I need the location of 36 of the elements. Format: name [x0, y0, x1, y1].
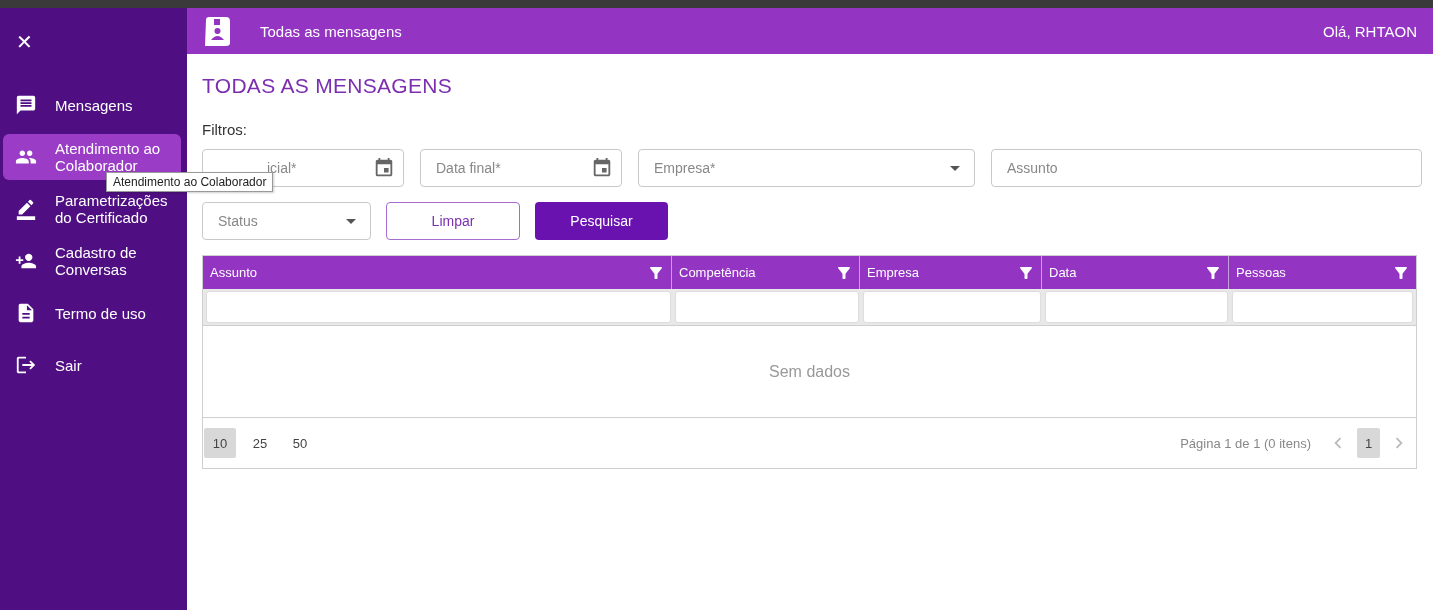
clear-button[interactable]: Limpar	[386, 202, 520, 240]
sidebar-item[interactable]: Termo de uso	[3, 290, 181, 336]
column-filter-field[interactable]	[1232, 291, 1413, 323]
sidebar-item[interactable]: Sair	[3, 342, 181, 388]
date-field[interactable]: Data final*	[420, 149, 622, 187]
logout-icon	[15, 354, 37, 376]
sidebar-item[interactable]: Cadastro de Conversas	[3, 238, 181, 284]
column-filter-field[interactable]	[863, 291, 1041, 323]
page-number[interactable]: 1	[1357, 428, 1380, 458]
tooltip: Atendimento ao Colaborador	[106, 172, 274, 192]
dropdown-caret-icon	[346, 218, 356, 224]
dropdown-caret-icon	[950, 165, 960, 171]
filters-label: Filtros:	[202, 121, 248, 138]
page-size-option[interactable]: 50	[284, 428, 316, 458]
column-filter-field[interactable]	[206, 291, 671, 323]
header-title: Todas as mensagens	[260, 22, 403, 40]
input-field[interactable]: Assunto	[991, 149, 1422, 187]
page-title: TODAS AS MENSAGENS	[202, 74, 454, 98]
sidebar-item[interactable]: Mensagens	[3, 82, 181, 128]
status-select[interactable]: Status	[202, 202, 371, 240]
message-icon	[15, 94, 37, 116]
column-filter-field[interactable]	[675, 291, 859, 323]
calendar-icon	[591, 157, 613, 179]
page-size-option[interactable]: 10	[204, 428, 236, 458]
column-filter-field[interactable]	[1045, 291, 1228, 323]
close-button[interactable]: ✕	[16, 30, 33, 54]
pen-icon	[15, 198, 37, 220]
calendar-icon	[373, 157, 395, 179]
empty-message: Sem dados	[203, 326, 1416, 418]
user-greeting: Olá, RHTAON	[1323, 22, 1417, 40]
search-button[interactable]: Pesquisar	[535, 202, 668, 240]
page-info: Página 1 de 1 (0 itens)	[1180, 435, 1311, 451]
column-header[interactable]: Pessoas	[1229, 256, 1416, 289]
badge-logo-icon	[202, 15, 233, 47]
page-size-option[interactable]: 25	[244, 428, 276, 458]
select-field[interactable]: Empresa*	[638, 149, 975, 187]
